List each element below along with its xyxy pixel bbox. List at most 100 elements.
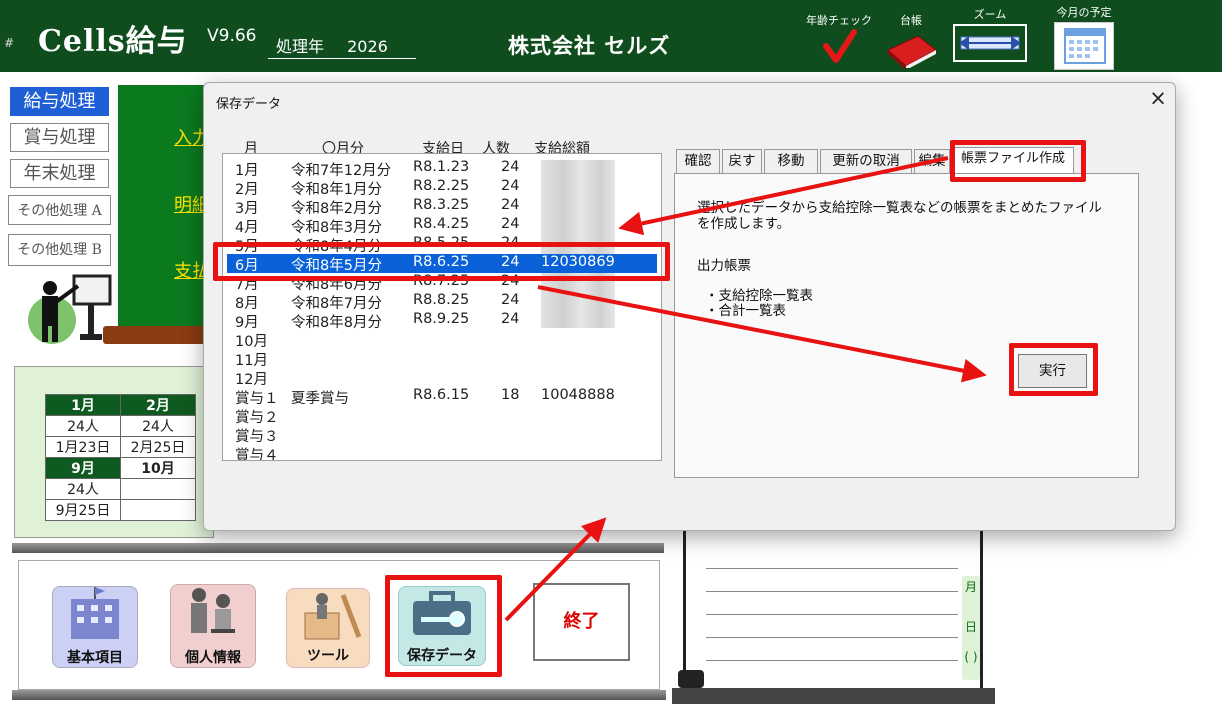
tools-icon [304,593,362,640]
year-label: 処理年 [276,37,325,56]
calendar-icon [1054,22,1114,70]
app-header: # Cells給与 V9.66 処理年 2026 株式会社 セルズ 年齢チェック… [0,0,1222,72]
tools-button[interactable]: ツール [286,588,370,668]
tab-confirm[interactable]: 確認 [676,149,720,173]
calendar-count: 24人 [45,478,121,500]
calendar-month: 1月 [45,394,121,416]
ledger-label: 台帳 [900,14,922,27]
calendar-month: 9月 [45,457,121,479]
sidebar-item-bonus[interactable]: 賞与処理 [10,123,109,152]
list-item[interactable]: 8月 令和8年7月分 R8.8.25 24 [223,292,661,312]
list-cell-period: 令和8年8月分 [291,315,382,331]
age-check-button[interactable]: 年齢チェック [800,12,878,68]
list-cell-period: 令和7年12月分 [291,163,392,179]
list-item[interactable]: 賞与３ [223,425,661,445]
list-item[interactable]: 4月 令和8年3月分 R8.4.25 24 [223,216,661,236]
list-cell-m: 9月 [235,315,259,331]
year-value: 2026 [347,37,388,56]
saved-data-list[interactable]: 1月 令和7年12月分 R8.1.23 24 2月 令和8年1月分 R8.2.25 24 3月令… [222,153,662,461]
list-cell-m: 8月 [235,296,259,312]
sidebar-item-year-end[interactable]: 年末処理 [10,159,109,188]
calendar-month: 10月 [120,457,196,479]
list-cell-pay: R8.9.25 [413,311,470,327]
sidebar-item-other-b[interactable]: その他処理 B [8,234,111,266]
calendar-date: 1月23日 [45,436,121,458]
output-heading: 出力帳票 [697,258,751,274]
divider-shelf [12,543,664,553]
dialog-title: 保存データ [216,97,282,112]
list-cell-total: 10048888 [541,387,615,403]
company-name: 株式会社 セルズ [508,34,671,58]
day-char: 日 [964,620,977,634]
saved-data-dialog: 保存データ × 月 〇月分 支給日 人数 支給総額 1月 令和7年12月分 R8.1… [203,82,1176,531]
list-cell-period: 令和8年3月分 [291,220,382,236]
calendar-month: 2月 [120,394,196,416]
list-item[interactable]: 賞与４ [223,444,661,460]
list-cell-period: 夏季賞与 [291,391,349,407]
list-item[interactable]: 9月 令和8年8月分 R8.9.25 24 [223,311,661,331]
desk-shadow [103,326,213,344]
calendar-date: 9月25日 [45,499,121,521]
list-item[interactable]: 2月 令和8年1月分 R8.2.25 24 [223,178,661,198]
basic-items-label: 基本項目 [67,650,123,666]
people-icon [191,588,235,633]
list-item[interactable]: 賞与１ 夏季賞与 R8.6.15 18 10048888 [223,387,661,407]
zoom-label: ズーム [973,8,1007,21]
personal-info-button[interactable]: 個人情報 [170,584,256,668]
processing-year[interactable]: 処理年 2026 [268,33,416,59]
age-check-label: 年齢チェック [806,14,872,27]
building-icon [71,587,119,639]
list-cell-period: 令和8年2月分 [291,201,382,217]
notebook-clip [678,670,704,688]
list-cell-period: 令和8年7月分 [291,296,382,312]
tab-edit[interactable]: 編集 [914,149,950,173]
output-item: ・合計一覧表 [705,303,786,319]
zoom-arrows-icon [959,36,1021,50]
calendar-date [120,499,196,521]
calendar-count: 24人 [120,415,196,437]
divider-shelf-bottom [12,690,666,700]
ledger-button[interactable]: 台帳 [882,12,940,70]
notebook-panel: 月 日 ( ) [683,528,983,690]
list-cell-m: 賞与２ [235,410,279,426]
list-item[interactable]: 11月 [223,349,661,369]
calendar-count: 24人 [45,415,121,437]
highlight-saved-data [385,575,502,677]
sidebar-item-payroll[interactable]: 給与処理 [10,87,109,116]
list-cell-m: 賞与１ [235,391,279,407]
notebook-lines [706,546,958,676]
list-item[interactable]: 賞与２ [223,406,661,426]
report-description: 選択したデータから支給控除一覧表などの帳票をまとめたファイルを作成します。 [697,200,1102,232]
close-button[interactable]: × [1144,86,1172,112]
zoom-frame [953,24,1027,62]
list-cell-m: 4月 [235,220,259,236]
monthly-schedule-button[interactable]: 今月の予定 [1050,4,1118,70]
list-cell-pay: R8.6.15 [413,387,470,403]
list-cell-pay: R8.3.25 [413,197,470,213]
app-title: Cells給与 [38,24,188,59]
list-item[interactable]: 3月 令和8年2月分 R8.3.25 24 [223,197,661,217]
list-item[interactable]: 10月 [223,330,661,350]
tab-restore[interactable]: 戻す [722,149,762,173]
date-strip: 月 日 ( ) [962,576,980,680]
basic-items-button[interactable]: 基本項目 [52,586,138,668]
zoom-button[interactable]: ズーム [950,6,1030,66]
checkmark-icon [823,29,857,63]
exit-button[interactable]: 終了 [533,583,630,661]
hash-mark: # [4,36,15,50]
list-item[interactable]: 1月 令和7年12月分 R8.1.23 24 [223,159,661,179]
tab-cancel-update[interactable]: 更新の取消 [820,149,912,173]
binder-icon [887,35,937,70]
highlight-selected-row [213,242,670,281]
sidebar-item-other-a[interactable]: その他処理 A [8,195,111,225]
highlight-execute [1009,343,1098,396]
list-cell-count: 18 [501,387,520,403]
list-cell-pay: R8.8.25 [413,292,470,308]
list-cell-count: 24 [501,178,520,194]
tab-move[interactable]: 移動 [764,149,818,173]
list-cell-count: 24 [501,216,520,232]
list-item[interactable]: 12月 [223,368,661,388]
version-label: V9.66 [207,26,257,46]
schedule-label: 今月の予定 [1056,6,1112,19]
list-cell-pay: R8.1.23 [413,159,470,175]
